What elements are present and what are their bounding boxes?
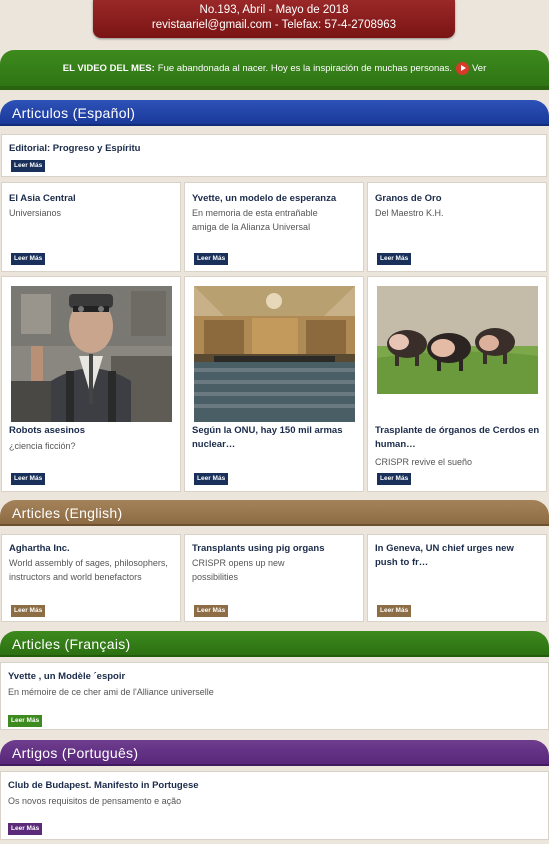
article-card[interactable]: Trasplante de órganos de Cerdos en human… bbox=[367, 276, 547, 492]
article-card[interactable]: El Asia Central Universianos Leer Más bbox=[1, 182, 181, 272]
article-title[interactable]: Yvette , un Modèle ´espoir bbox=[8, 670, 125, 684]
article-subtitle: CRISPR revive el sueño bbox=[375, 457, 473, 467]
section-header-spanish: Articulos (Español) bbox=[0, 100, 549, 126]
section-header-portuguese: Artigos (Português) bbox=[0, 740, 549, 766]
article-title[interactable]: Granos de Oro bbox=[375, 192, 442, 206]
article-card[interactable]: Granos de Oro Del Maestro K.H. Leer Más bbox=[367, 182, 547, 272]
article-card[interactable]: Club de Budapest. Manifesto in Portugese… bbox=[0, 771, 549, 840]
article-card-editorial[interactable]: Editorial: Progreso y Espíritu Leer Más bbox=[1, 134, 547, 177]
article-subtitle: Universianos bbox=[9, 208, 62, 218]
robot-photo[interactable] bbox=[11, 286, 172, 422]
article-card[interactable]: Yvette, un modelo de esperanza En memori… bbox=[184, 182, 364, 272]
article-card[interactable]: Yvette , un Modèle ´espoir En mémoire de… bbox=[0, 662, 549, 730]
article-card[interactable]: Aghartha Inc. World assembly of sages, p… bbox=[1, 534, 181, 622]
article-title[interactable]: Transplants using pig organs bbox=[192, 542, 325, 556]
video-of-month-banner[interactable]: EL VIDEO DEL MES: Fue abandonada al nace… bbox=[0, 50, 549, 90]
article-subtitle: ¿ciencia ficción? bbox=[9, 441, 76, 451]
section-header-english: Articles (English) bbox=[0, 500, 549, 526]
un-assembly-photo[interactable] bbox=[194, 286, 355, 422]
article-title[interactable]: Trasplante de órganos de Cerdos en human… bbox=[375, 424, 540, 452]
issue-header: No.193, Abril - Mayo de 2018 revistaarie… bbox=[93, 0, 455, 38]
article-card[interactable]: Robots asesinos ¿ciencia ficción? Leer M… bbox=[1, 276, 181, 492]
play-icon[interactable] bbox=[455, 61, 469, 75]
article-subtitle: Os novos requisitos de pensamento e ação bbox=[8, 796, 182, 806]
video-label: EL VIDEO DEL MES: bbox=[62, 62, 155, 74]
read-more-button[interactable]: Leer Más bbox=[377, 473, 412, 485]
article-title[interactable]: Editorial: Progreso y Espíritu bbox=[9, 142, 140, 156]
article-card[interactable]: In Geneva, UN chief urges new push to fr… bbox=[367, 534, 547, 622]
read-more-button[interactable]: Leer Más bbox=[8, 715, 43, 727]
read-more-button[interactable]: Leer Más bbox=[11, 605, 46, 617]
read-more-button[interactable]: Leer Más bbox=[377, 605, 412, 617]
article-title[interactable]: Yvette, un modelo de esperanza bbox=[192, 192, 336, 206]
section-header-french: Articles (Français) bbox=[0, 631, 549, 657]
article-title[interactable]: Aghartha Inc. bbox=[9, 542, 70, 556]
article-title[interactable]: El Asia Central bbox=[9, 192, 76, 206]
article-title[interactable]: In Geneva, UN chief urges new push to fr… bbox=[375, 542, 535, 570]
article-card[interactable]: Transplants using pig organs CRISPR open… bbox=[184, 534, 364, 622]
read-more-button[interactable]: Leer Más bbox=[194, 473, 229, 485]
article-subtitle: World assembly of sages, philosophers, i… bbox=[9, 558, 168, 582]
video-link[interactable]: Ver bbox=[472, 63, 486, 74]
article-subtitle: En memoria de esta entrañable amiga de l… bbox=[192, 208, 318, 232]
article-title[interactable]: Club de Budapest. Manifesto in Portugese bbox=[8, 779, 199, 793]
article-subtitle: En mémoire de ce cher ami de l'Alliance … bbox=[8, 687, 214, 697]
article-subtitle: CRISPR opens up new possibilities bbox=[192, 558, 285, 582]
article-card[interactable]: Según la ONU, hay 150 mil armas nuclear…… bbox=[184, 276, 364, 492]
read-more-button[interactable]: Leer Más bbox=[377, 253, 412, 265]
read-more-button[interactable]: Leer Más bbox=[194, 253, 229, 265]
contact-info: revistaariel@gmail.com - Telefax: 57-4-2… bbox=[151, 19, 397, 31]
read-more-button[interactable]: Leer Más bbox=[11, 473, 46, 485]
article-title[interactable]: Robots asesinos bbox=[9, 424, 85, 438]
video-text: Fue abandonada al nacer. Hoy es la inspi… bbox=[157, 62, 452, 74]
read-more-button[interactable]: Leer Más bbox=[11, 253, 46, 265]
read-more-button[interactable]: Leer Más bbox=[11, 160, 46, 172]
issue-number: No.193, Abril - Mayo de 2018 bbox=[199, 4, 349, 16]
article-title[interactable]: Según la ONU, hay 150 mil armas nuclear… bbox=[192, 424, 357, 452]
read-more-button[interactable]: Leer Más bbox=[194, 605, 229, 617]
article-subtitle: Del Maestro K.H. bbox=[375, 208, 444, 218]
read-more-button[interactable]: Leer Más bbox=[8, 823, 43, 835]
pigs-photo[interactable] bbox=[377, 286, 538, 394]
